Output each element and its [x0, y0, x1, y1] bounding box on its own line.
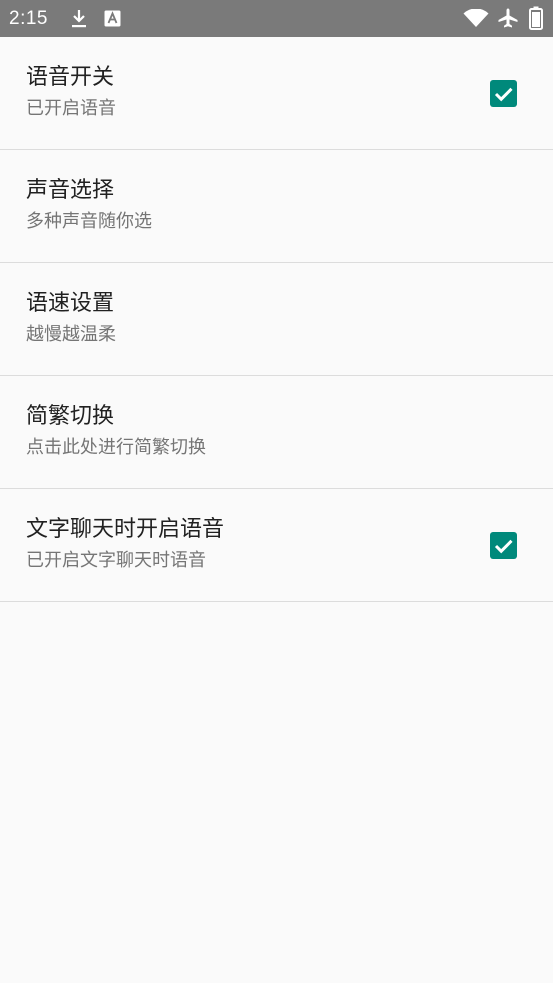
pref-voice-selection[interactable]: 声音选择 多种声音随你选: [0, 150, 553, 263]
download-icon: [70, 9, 88, 33]
pref-summary: 已开启语音: [26, 98, 116, 119]
pref-title: 文字聊天时开启语音: [26, 517, 225, 542]
status-bar: 2:15: [0, 0, 553, 37]
wifi-icon: [463, 8, 489, 32]
pref-simplified-traditional[interactable]: 简繁切换 点击此处进行简繁切换: [0, 376, 553, 489]
pref-title: 语速设置: [26, 291, 115, 316]
battery-icon: [529, 6, 543, 34]
preferences-list: 语音开关 已开启语音 声音选择 多种声音随你选 语速设置 越慢越温柔 简繁切换 …: [0, 37, 553, 602]
checkmark-icon: [494, 539, 513, 554]
a-notification-icon: [104, 10, 121, 31]
pref-title: 简繁切换: [26, 404, 115, 429]
pref-summary: 越慢越温柔: [26, 324, 116, 345]
text-chat-voice-checkbox[interactable]: [490, 532, 517, 559]
checkmark-icon: [494, 87, 513, 102]
pref-summary: 多种声音随你选: [26, 211, 152, 232]
pref-text-chat-voice[interactable]: 文字聊天时开启语音 已开启文字聊天时语音: [0, 489, 553, 602]
status-time: 2:15: [9, 8, 48, 29]
voice-switch-checkbox[interactable]: [490, 80, 517, 107]
pref-title: 声音选择: [26, 178, 115, 203]
pref-speech-rate[interactable]: 语速设置 越慢越温柔: [0, 263, 553, 376]
pref-voice-switch[interactable]: 语音开关 已开启语音: [0, 37, 553, 150]
airplane-mode-icon: [497, 7, 519, 33]
pref-summary: 已开启文字聊天时语音: [26, 550, 206, 571]
pref-summary: 点击此处进行简繁切换: [26, 437, 206, 458]
pref-title: 语音开关: [26, 65, 115, 90]
